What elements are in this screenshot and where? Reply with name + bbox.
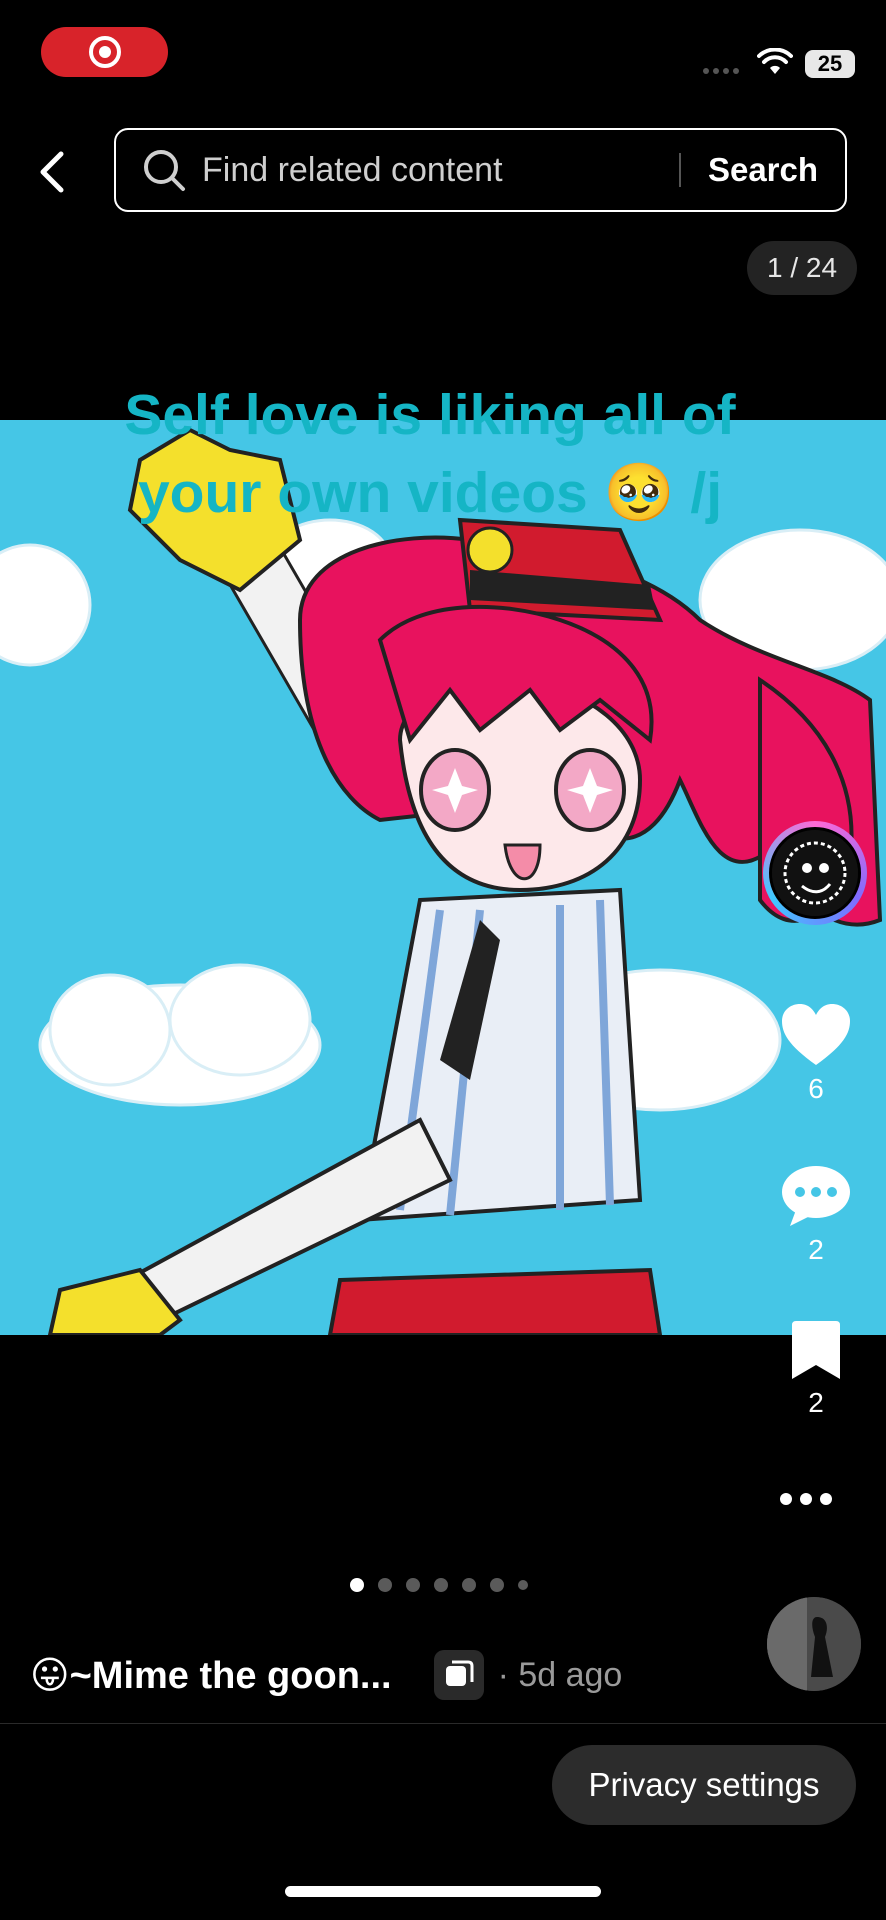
- username[interactable]: 😛~Mime the goon...: [30, 1653, 392, 1698]
- search-bar[interactable]: Find related content Search: [114, 128, 847, 212]
- comment-count: 2: [808, 1234, 824, 1265]
- overlay-caption: Self love is liking all of your own vide…: [124, 383, 736, 525]
- creator-avatar[interactable]: [763, 821, 867, 925]
- more-icon: [780, 1493, 792, 1505]
- wifi-icon: [757, 48, 793, 74]
- screen-recording-indicator[interactable]: [41, 27, 168, 77]
- record-icon: [88, 36, 121, 68]
- comment-icon: [782, 1166, 850, 1226]
- bookmark-icon: [792, 1321, 840, 1379]
- back-button[interactable]: [30, 145, 74, 199]
- carousel-indicator: [350, 1578, 528, 1592]
- post-info-row: 😛~Mime the goon... · 5d ago: [30, 1645, 622, 1705]
- post-time: · 5d ago: [497, 1655, 623, 1694]
- home-indicator[interactable]: [285, 1886, 601, 1897]
- comment-button[interactable]: 2: [766, 1164, 866, 1266]
- divider: [0, 1723, 886, 1724]
- battery-indicator: 25: [805, 50, 855, 78]
- heart-icon: [782, 1004, 850, 1065]
- avatar-image: [772, 830, 858, 916]
- like-button[interactable]: 6: [766, 1003, 866, 1105]
- anime-illustration: [0, 420, 886, 1335]
- save-count: 2: [808, 1387, 824, 1418]
- search-button[interactable]: Search: [681, 151, 845, 189]
- like-count: 6: [808, 1073, 824, 1104]
- save-button[interactable]: 2: [766, 1321, 866, 1419]
- search-icon: [144, 150, 185, 191]
- sound-thumbnail: [767, 1597, 861, 1691]
- search-input[interactable]: Find related content: [202, 151, 679, 190]
- post-image[interactable]: [0, 420, 886, 1335]
- more-options-button[interactable]: [780, 1493, 832, 1505]
- cellular-signal-icon: [703, 68, 739, 74]
- page-counter: 1 / 24: [747, 241, 857, 295]
- privacy-settings-button[interactable]: Privacy settings: [552, 1745, 856, 1825]
- repost-icon[interactable]: [433, 1650, 484, 1700]
- sound-disc[interactable]: [767, 1597, 861, 1691]
- back-icon: [40, 151, 64, 193]
